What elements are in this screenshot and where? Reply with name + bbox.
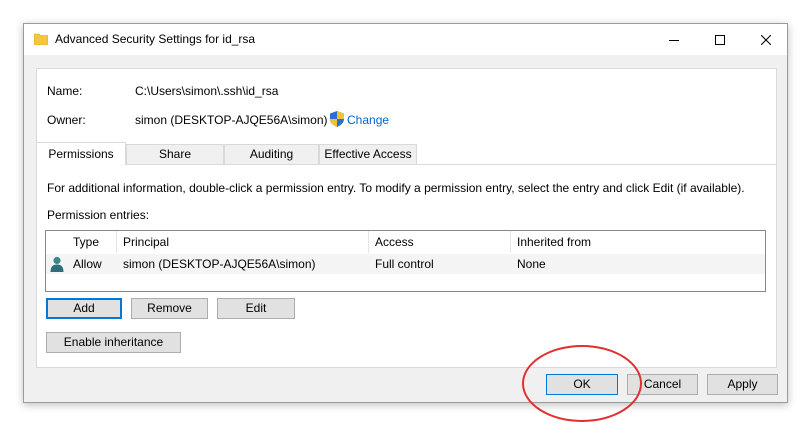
enable-inheritance-button[interactable]: Enable inheritance (46, 332, 181, 353)
description-text: For additional information, double-click… (47, 181, 745, 195)
edit-button[interactable]: Edit (217, 298, 295, 319)
maximize-icon (715, 34, 725, 45)
column-header-type[interactable]: Type (67, 231, 117, 253)
cell-type: Allow (73, 257, 102, 271)
window-title: Advanced Security Settings for id_rsa (55, 32, 256, 46)
cell-access: Full control (375, 257, 434, 271)
cancel-button[interactable]: Cancel (627, 374, 698, 395)
folder-icon (34, 33, 48, 45)
ok-button[interactable]: OK (546, 374, 618, 395)
owner-label: Owner: (47, 113, 86, 127)
owner-value: simon (DESKTOP-AJQE56A\simon) (135, 113, 328, 127)
cell-inherited-from: None (517, 257, 546, 271)
security-settings-window: Advanced Security Settings for id_rsa Na… (23, 23, 788, 403)
close-button[interactable] (743, 24, 789, 55)
name-label: Name: (47, 84, 83, 98)
title-bar[interactable]: Advanced Security Settings for id_rsa (24, 24, 787, 55)
column-header-access[interactable]: Access (369, 231, 511, 253)
close-icon (761, 34, 771, 45)
cell-principal: simon (DESKTOP-AJQE56A\simon) (123, 257, 316, 271)
maximize-button[interactable] (697, 24, 743, 55)
tab-separator (36, 164, 777, 165)
user-icon (50, 256, 64, 272)
apply-button[interactable]: Apply (707, 374, 778, 395)
minimize-button[interactable] (651, 24, 697, 55)
minimize-icon (669, 39, 679, 41)
remove-button[interactable]: Remove (131, 298, 208, 319)
column-header-inherited-from[interactable]: Inherited from (511, 231, 765, 253)
tab-auditing[interactable]: Auditing (224, 144, 319, 164)
table-row[interactable]: Allow simon (DESKTOP-AJQE56A\simon) Full… (46, 254, 765, 274)
tab-permissions[interactable]: Permissions (36, 142, 126, 165)
add-button[interactable]: Add (46, 298, 122, 319)
uac-shield-icon (330, 111, 344, 127)
permission-entries-table[interactable]: Type Principal Access Inherited from All… (45, 230, 766, 292)
permission-entries-label: Permission entries: (47, 208, 150, 222)
tab-effective-access[interactable]: Effective Access (319, 144, 417, 164)
tab-share[interactable]: Share (126, 144, 224, 164)
name-value: C:\Users\simon\.ssh\id_rsa (135, 84, 279, 98)
change-owner-link[interactable]: Change (347, 113, 389, 127)
column-header-principal[interactable]: Principal (117, 231, 369, 253)
